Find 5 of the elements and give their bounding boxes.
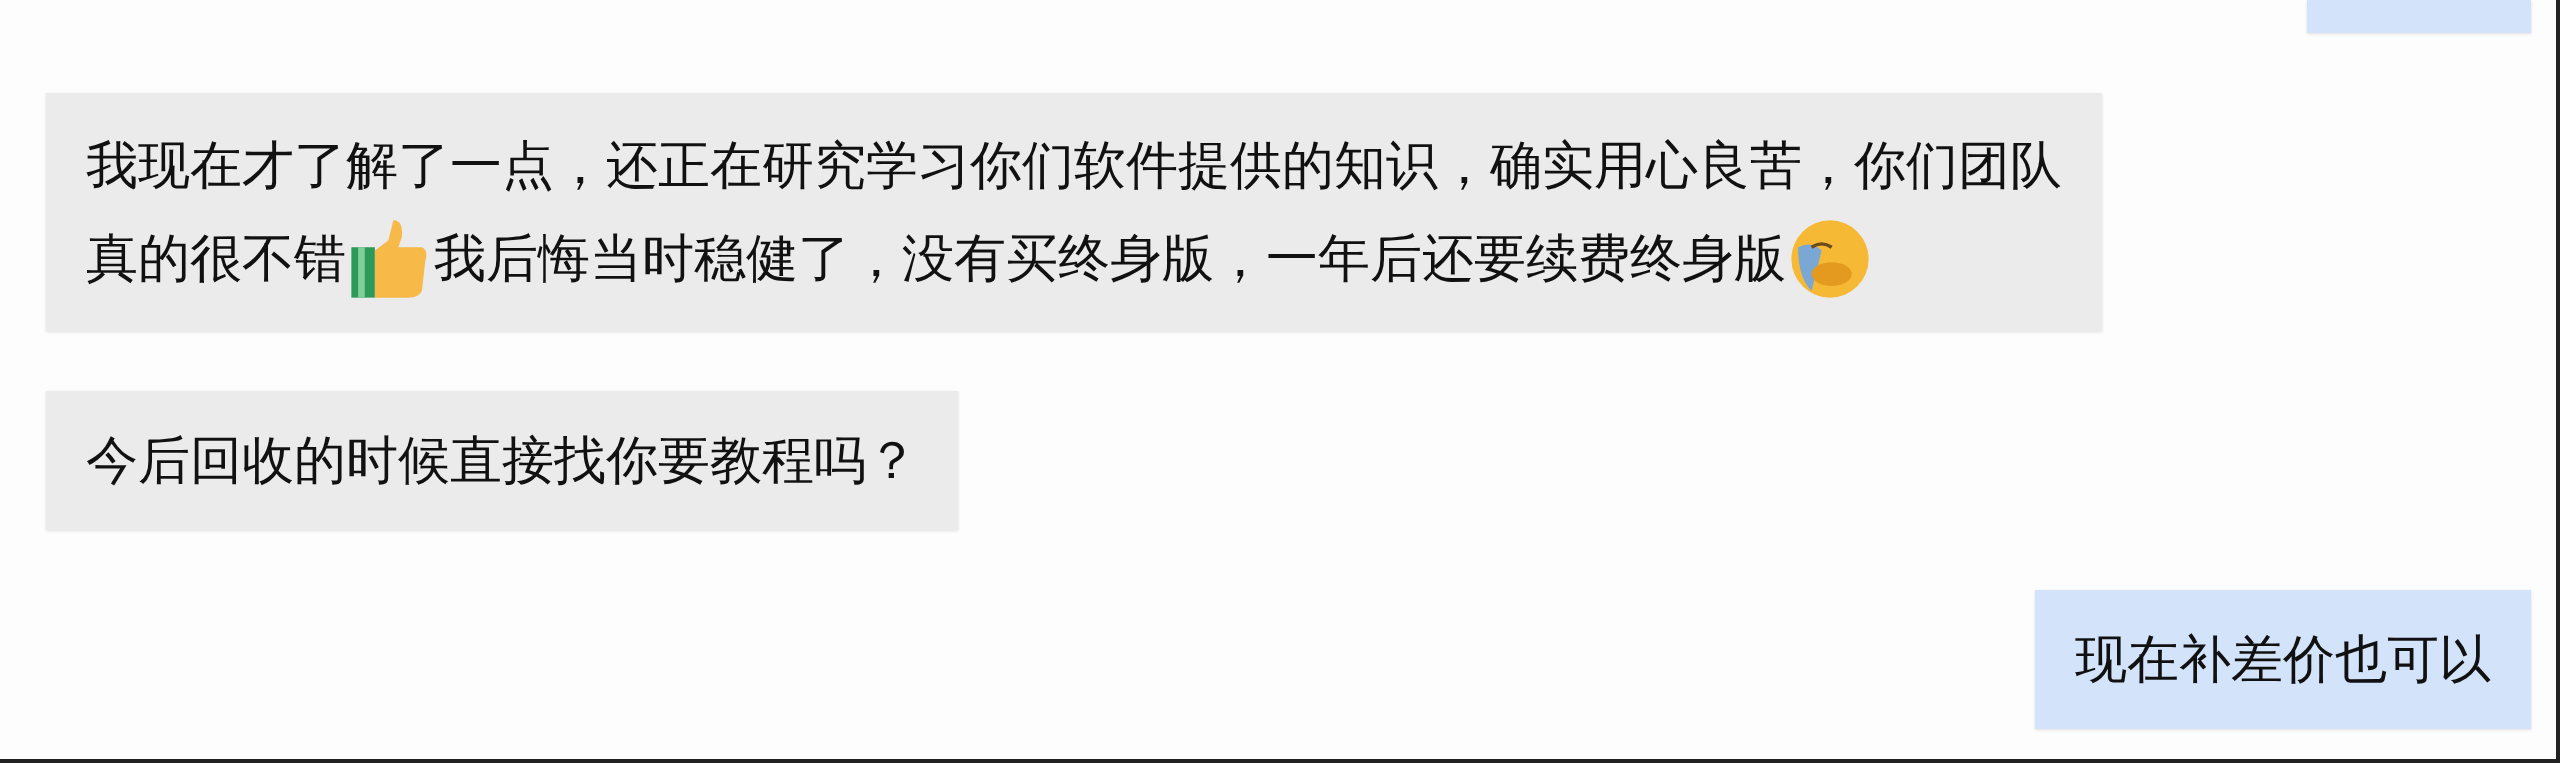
message-text: 我后悔当时稳健了，没有买终身版，一年后还要续费终身版 [434, 227, 1786, 290]
message-text: 现在补差价也可以 [2075, 628, 2491, 691]
message-text: 我现在才了解了一点，还正在研究学习你们软件提供的知识，确实用心良苦，你们团队 [86, 134, 2062, 197]
message-text: 真的很不错 [86, 227, 346, 290]
message-text: 今后回收的时候直接找你要教程吗？ [86, 429, 918, 492]
